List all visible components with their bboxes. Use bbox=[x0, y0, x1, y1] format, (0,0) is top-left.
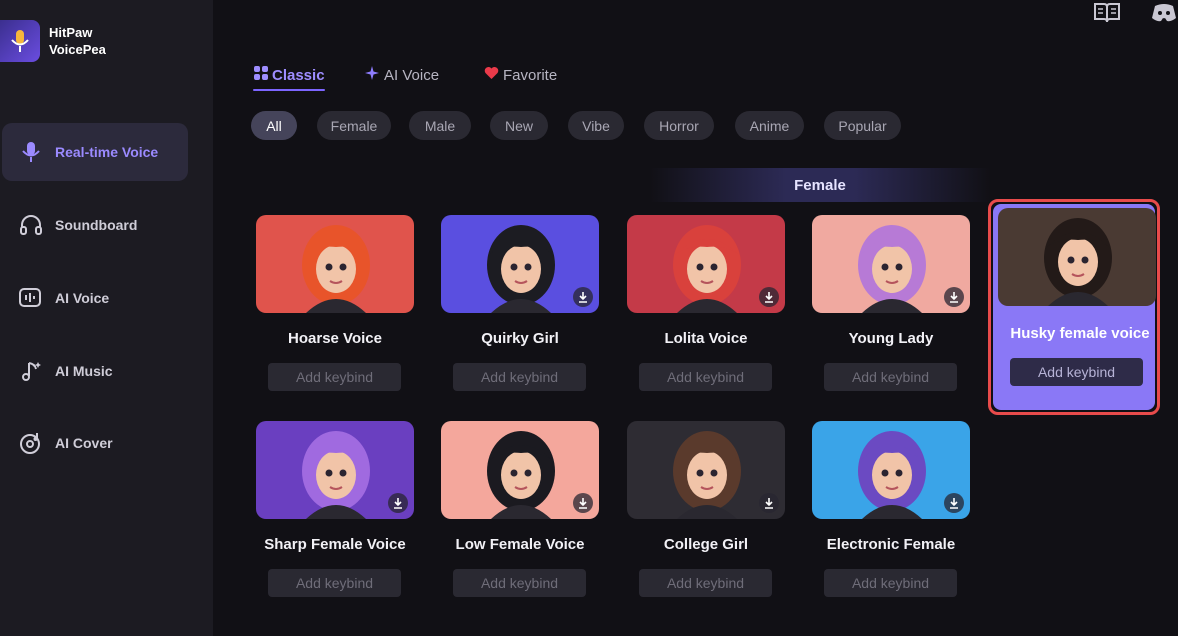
tab-label: AI Voice bbox=[384, 66, 440, 84]
voice-name: Quirky Girl bbox=[481, 330, 559, 347]
app-name-sub: VoicePea bbox=[49, 42, 106, 57]
chip-label: Anime bbox=[749, 117, 790, 134]
sidebar: HitPaw VoicePea Real-time Voice Soundboa… bbox=[0, 0, 213, 636]
add-keybind-button[interactable]: Add keybind bbox=[453, 569, 586, 597]
filter-chip-popular[interactable]: Popular bbox=[824, 111, 901, 140]
sidebar-item-ai-music[interactable]: AI Music bbox=[2, 342, 188, 400]
filter-chip-new[interactable]: New bbox=[490, 111, 548, 140]
ai-voice-icon bbox=[18, 285, 44, 311]
voice-name: Sharp Female Voice bbox=[264, 536, 406, 553]
download-icon[interactable] bbox=[944, 493, 964, 513]
filter-chip-female[interactable]: Female bbox=[317, 111, 391, 140]
add-keybind-button[interactable]: Add keybind bbox=[824, 569, 957, 597]
tab-favorite[interactable]: Favorite bbox=[484, 60, 557, 90]
sidebar-item-label: Soundboard bbox=[55, 217, 138, 233]
sidebar-item-soundboard[interactable]: Soundboard bbox=[2, 196, 188, 254]
voice-avatar-image bbox=[812, 215, 970, 313]
microphone-icon bbox=[18, 139, 44, 165]
chip-label: Female bbox=[330, 117, 378, 134]
download-icon[interactable] bbox=[573, 287, 593, 307]
filter-chip-anime[interactable]: Anime bbox=[735, 111, 804, 140]
voice-avatar-image bbox=[627, 215, 785, 313]
voice-name: Young Lady bbox=[848, 330, 934, 347]
headphones-icon bbox=[18, 212, 44, 238]
section-header: Female bbox=[650, 168, 990, 202]
voice-card[interactable]: Sharp Female Voice Add keybind bbox=[256, 421, 414, 621]
download-icon[interactable] bbox=[759, 493, 779, 513]
add-keybind-button[interactable]: Add keybind bbox=[453, 363, 586, 391]
voice-card[interactable]: Quirky Girl Add keybind bbox=[441, 215, 599, 415]
guide-book-icon[interactable] bbox=[1093, 0, 1121, 26]
voice-card[interactable]: College Girl Add keybind bbox=[627, 421, 785, 621]
download-icon[interactable] bbox=[759, 287, 779, 307]
download-icon[interactable] bbox=[388, 493, 408, 513]
filter-chip-horror[interactable]: Horror bbox=[644, 111, 714, 140]
add-keybind-button[interactable]: Add keybind bbox=[639, 569, 772, 597]
sidebar-item-label: AI Voice bbox=[55, 290, 110, 306]
heart-icon bbox=[484, 66, 499, 84]
chip-label: Horror bbox=[659, 117, 699, 134]
sidebar-item-ai-cover[interactable]: AI Cover bbox=[2, 414, 188, 472]
voice-card[interactable]: Husky female voice Add keybind bbox=[988, 199, 1160, 415]
voice-card[interactable]: Low Female Voice Add keybind bbox=[441, 421, 599, 621]
voice-avatar-image bbox=[256, 215, 414, 313]
chip-label: Popular bbox=[838, 117, 887, 134]
app-logo: HitPaw VoicePea bbox=[0, 20, 119, 62]
voice-name: Husky female voice bbox=[1010, 325, 1150, 342]
sidebar-item-label: AI Cover bbox=[55, 435, 113, 451]
tab-ai-voice[interactable]: AI Voice bbox=[364, 60, 439, 90]
voice-card[interactable]: Electronic Female Add keybind bbox=[812, 421, 970, 621]
filter-chip-vibe[interactable]: Vibe bbox=[568, 111, 624, 140]
disc-icon bbox=[18, 430, 44, 456]
voice-avatar-image bbox=[441, 215, 599, 313]
voice-avatar-image bbox=[998, 208, 1156, 306]
grid-icon bbox=[253, 65, 269, 85]
sidebar-item-label: Real-time Voice bbox=[55, 144, 159, 160]
voice-avatar-image bbox=[256, 421, 414, 519]
filter-chip-all[interactable]: All bbox=[251, 111, 297, 140]
active-tab-indicator bbox=[253, 89, 325, 91]
add-keybind-button[interactable]: Add keybind bbox=[268, 569, 401, 597]
add-keybind-button[interactable]: Add keybind bbox=[639, 363, 772, 391]
voice-card[interactable]: Lolita Voice Add keybind bbox=[627, 215, 785, 415]
chip-label: Vibe bbox=[582, 117, 610, 134]
add-keybind-button[interactable]: Add keybind bbox=[268, 363, 401, 391]
section-title: Female bbox=[794, 176, 846, 194]
chip-label: Male bbox=[424, 117, 456, 134]
app-name: HitPaw bbox=[49, 25, 93, 40]
sidebar-item-label: AI Music bbox=[55, 363, 113, 379]
filter-chip-male[interactable]: Male bbox=[409, 111, 471, 140]
sidebar-item-real-time-voice[interactable]: Real-time Voice bbox=[2, 123, 188, 181]
app-logo-icon bbox=[0, 20, 40, 62]
voice-name: Low Female Voice bbox=[455, 536, 585, 553]
download-icon[interactable] bbox=[944, 287, 964, 307]
voice-name: Electronic Female bbox=[826, 536, 956, 553]
voice-name: Hoarse Voice bbox=[288, 330, 382, 347]
chip-label: All bbox=[266, 117, 282, 134]
voice-name: Lolita Voice bbox=[664, 330, 748, 347]
voice-card[interactable]: Hoarse Voice Add keybind bbox=[256, 215, 414, 415]
tab-classic[interactable]: Classic bbox=[253, 60, 325, 90]
discord-icon[interactable] bbox=[1150, 0, 1178, 26]
chip-label: New bbox=[504, 117, 533, 134]
download-icon[interactable] bbox=[573, 493, 593, 513]
tab-label: Favorite bbox=[503, 66, 558, 84]
sparkle-icon bbox=[364, 65, 380, 85]
add-keybind-button[interactable]: Add keybind bbox=[1010, 358, 1143, 386]
music-note-icon bbox=[18, 358, 44, 384]
sidebar-item-ai-voice[interactable]: AI Voice bbox=[2, 269, 188, 327]
voice-avatar-image bbox=[812, 421, 970, 519]
tab-label: Classic bbox=[272, 66, 325, 84]
voice-avatar-image bbox=[441, 421, 599, 519]
voice-avatar-image bbox=[627, 421, 785, 519]
voice-card[interactable]: Young Lady Add keybind bbox=[812, 215, 970, 415]
add-keybind-button[interactable]: Add keybind bbox=[824, 363, 957, 391]
voice-name: College Girl bbox=[663, 536, 749, 553]
